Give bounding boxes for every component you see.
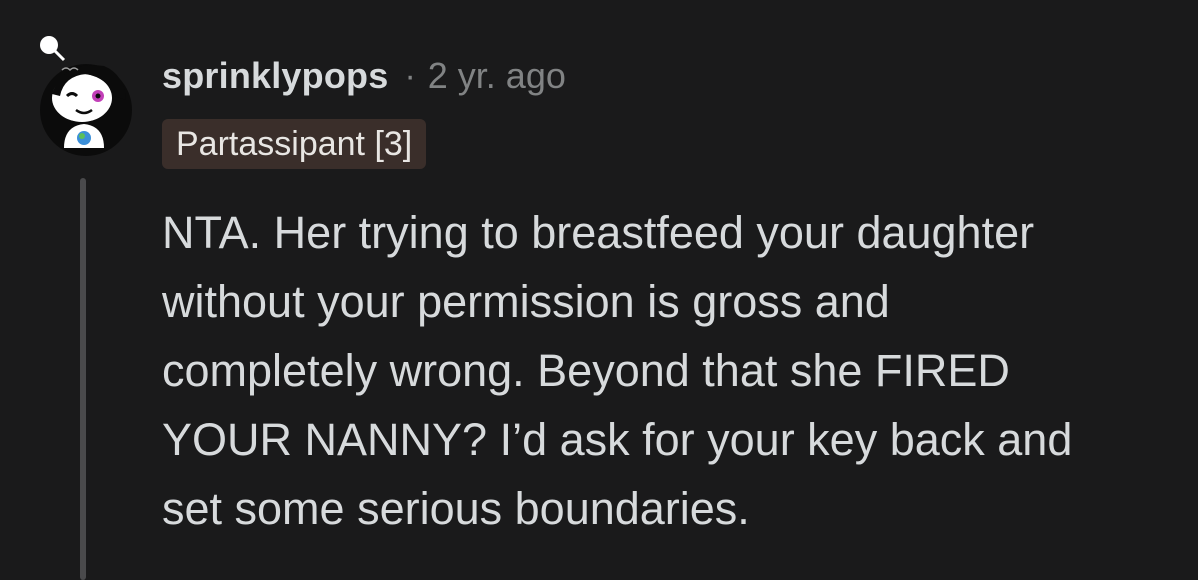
comment-body-line: NTA. Her trying to breastfeed your daugh…: [162, 207, 1035, 258]
user-avatar[interactable]: [34, 30, 134, 160]
comment-body-line: completely wrong. Beyond that she FIRED: [162, 345, 1010, 396]
comment-timestamp[interactable]: 2 yr. ago: [428, 55, 566, 97]
user-flair-badge: Partassipant [3]: [162, 119, 427, 169]
comment-body-line: without your permission is gross and: [162, 276, 890, 327]
comment: sprinklypops · 2 yr. ago Partassipant [3…: [0, 0, 1198, 580]
snoo-avatar-icon: [40, 36, 132, 156]
comment-header: sprinklypops · 2 yr. ago: [162, 52, 566, 100]
username-link[interactable]: sprinklypops: [162, 55, 388, 97]
thread-collapse-line[interactable]: [80, 178, 86, 580]
comment-body-line: set some serious boundaries.: [162, 483, 750, 534]
meta-separator: ·: [404, 56, 416, 95]
comment-body: NTA. Her trying to breastfeed your daugh…: [162, 198, 1172, 543]
comment-body-line: YOUR NANNY? I’d ask for your key back an…: [162, 414, 1073, 465]
